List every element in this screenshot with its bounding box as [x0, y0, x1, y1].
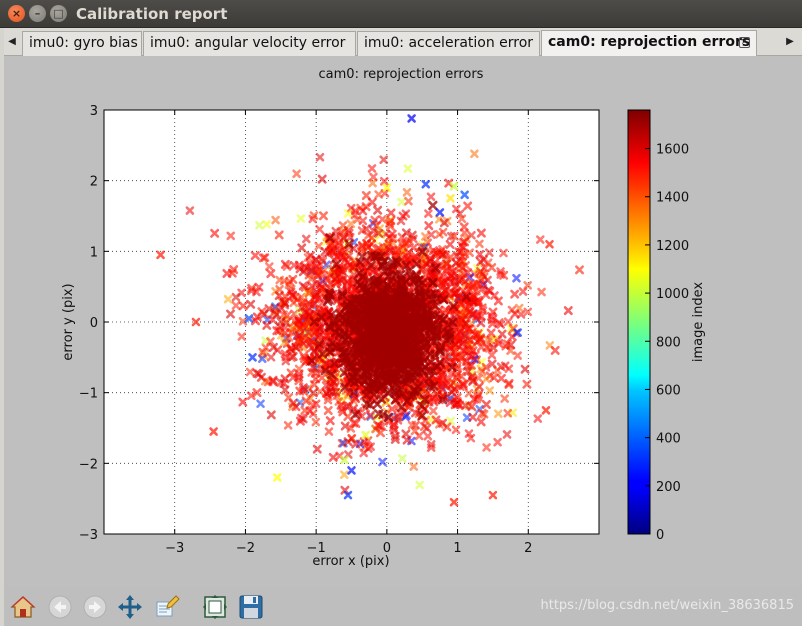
tab-scroll-right-icon[interactable]: ▶ — [784, 33, 796, 51]
reprojection-error-chart: cam0: reprojection errors −3 −2 −1 0 1 2 3210… — [61, 67, 706, 569]
tab-reprojection-errors[interactable]: cam0: reprojection errors × — [541, 30, 757, 57]
tab-gyro-bias[interactable]: imu0: gyro bias — [22, 31, 142, 56]
tab-close-icon[interactable]: × — [739, 37, 750, 48]
tab-bar: ◀ imu0: gyro bias imu0: angular velocity… — [4, 28, 802, 57]
calibration-report-window: × – □ Calibration report ◀ imu0: gyro bi… — [0, 0, 802, 626]
close-window-button[interactable]: × — [8, 5, 25, 22]
figure-canvas[interactable]: cam0: reprojection errors −3 −2 −1 0 1 2 3210… — [4, 56, 802, 586]
tab-angular-velocity-error[interactable]: imu0: angular velocity error — [143, 31, 356, 56]
tab-acceleration-error[interactable]: imu0: acceleration error — [357, 31, 540, 56]
maximize-window-button[interactable]: □ — [50, 5, 67, 22]
chart-title: cam0: reprojection errors — [319, 67, 484, 82]
window-title: Calibration report — [76, 5, 228, 23]
minimize-window-button[interactable]: – — [29, 5, 46, 22]
tab-label: imu0: gyro bias — [29, 35, 138, 51]
tab-label: cam0: reprojection errors — [548, 34, 751, 50]
title-bar[interactable]: × – □ Calibration report — [0, 0, 802, 28]
tab-label: imu0: angular velocity error — [150, 35, 346, 51]
tab-scroll-left-icon[interactable]: ◀ — [6, 33, 18, 51]
tab-label: imu0: acceleration error — [364, 35, 534, 51]
